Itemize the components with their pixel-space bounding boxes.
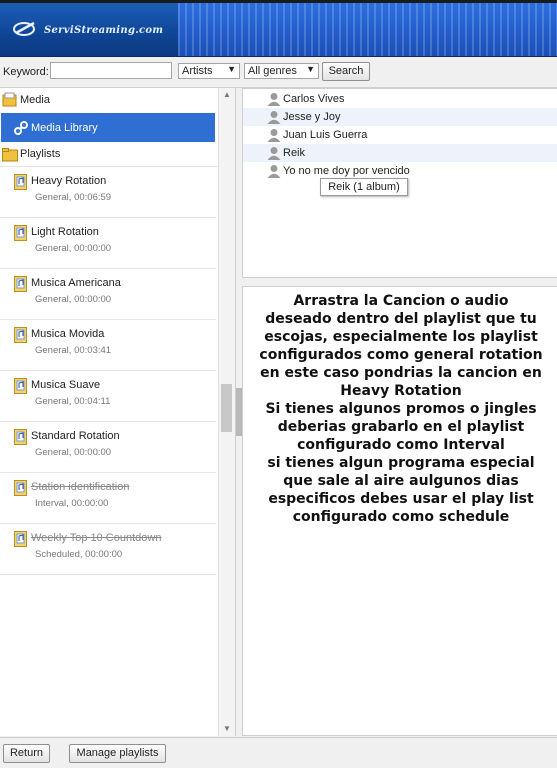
keyword-label: Keyword: [3, 66, 49, 78]
type-select[interactable]: Artists ▼ [178, 63, 240, 79]
tree-item-media-library[interactable]: Media Library [1, 113, 215, 142]
playlist-icon [14, 327, 27, 343]
tree-item-label: Media Library [31, 122, 98, 134]
playlist-item[interactable]: Station identification Interval, 00:00:00 [0, 473, 216, 524]
playlist-item[interactable]: Musica Suave General, 00:04:11 [0, 371, 216, 422]
scroll-down-icon[interactable]: ▼ [219, 722, 235, 736]
playlist-meta: Interval, 00:00:00 [35, 498, 109, 509]
instruction-line: Arrastra la Cancion o audio [293, 293, 509, 309]
playlist-name: Musica Suave [31, 379, 101, 391]
chevron-down-icon: ▼ [227, 64, 236, 74]
user-icon [267, 165, 281, 178]
logo: ServiStreaming.com [0, 3, 178, 56]
return-button[interactable]: Return [3, 744, 50, 763]
artist-row[interactable]: Jesse y Joy [243, 108, 557, 126]
artist-name: Juan Luis Guerra [283, 129, 368, 141]
playlist-item[interactable]: Weekly Top 10 Countdown Scheduled, 00:00:… [0, 524, 216, 575]
scroll-thumb[interactable] [221, 384, 232, 432]
manage-playlists-button[interactable]: Manage playlists [69, 744, 166, 763]
search-toolbar: Keyword: Artists ▼ All genres ▼ Search [0, 57, 557, 88]
playlist-name: Station identification [31, 481, 130, 493]
tree-item-label: Media [20, 94, 50, 106]
user-icon [267, 93, 281, 106]
artist-name: Reik [283, 147, 306, 159]
library-tree: Media Media Library Playlists Heavy Rota… [0, 88, 236, 736]
artist-row[interactable]: Reik [243, 144, 557, 162]
playlist-item[interactable]: Standard Rotation General, 00:00:00 [0, 422, 216, 473]
instruction-line: deberias grabarlo en el playlist [277, 419, 525, 435]
artist-name: Jesse y Joy [283, 111, 341, 123]
playlist-name: Heavy Rotation [31, 175, 107, 187]
instruction-line: configurado como schedule [292, 509, 510, 525]
type-select-value: Artists [182, 65, 213, 77]
scroll-up-icon[interactable]: ▲ [219, 88, 235, 102]
playlist-name: Light Rotation [31, 226, 99, 238]
bottom-bar: Return Manage playlists [0, 737, 557, 768]
playlist-item[interactable]: Musica Movida General, 00:03:41 [0, 320, 216, 371]
instruction-line: especificos debes usar el play list [268, 491, 534, 507]
playlist-item[interactable]: Light Rotation General, 00:00:00 [0, 218, 216, 269]
artist-row[interactable]: Carlos Vives [243, 90, 557, 108]
user-icon [267, 129, 281, 142]
instruction-line: configurado como Interval [297, 437, 505, 453]
media-folder-icon [2, 92, 17, 107]
logo-swoosh-icon [13, 21, 35, 36]
user-icon [267, 147, 281, 160]
playlist-icon [14, 276, 27, 292]
banner-wave [178, 3, 557, 56]
playlist-name: Musica Movida [31, 328, 105, 340]
instruction-line: deseado dentro del playlist que tu [265, 311, 537, 327]
playlist-item[interactable]: Musica Americana General, 00:00:00 [0, 269, 216, 320]
tree-scrollbar[interactable]: ▲ ▼ [218, 88, 235, 736]
playlists-folder-icon [2, 148, 18, 162]
instruction-line: Si tienes algunos promos o jingles [265, 401, 537, 417]
genre-select[interactable]: All genres ▼ [244, 63, 319, 79]
genre-select-value: All genres [248, 65, 297, 77]
link-icon [14, 121, 28, 135]
playlist-icon [14, 480, 27, 496]
playlist-meta: General, 00:00:00 [35, 447, 112, 458]
playlist-meta: General, 00:00:00 [35, 294, 112, 305]
artist-name: Carlos Vives [283, 93, 345, 105]
search-button[interactable]: Search [322, 62, 370, 81]
logo-text: ServiStreaming.com [44, 25, 164, 36]
artist-row[interactable]: Juan Luis Guerra [243, 126, 557, 144]
artist-tooltip: Reik (1 album) [320, 178, 408, 196]
playlist-meta: General, 00:06:59 [35, 192, 112, 203]
playlist-icon [14, 429, 27, 445]
playlist-meta: General, 00:03:41 [35, 345, 112, 356]
playlist-item[interactable]: Heavy Rotation General, 00:06:59 [0, 167, 216, 218]
playlist-meta: General, 00:04:11 [35, 396, 111, 407]
playlist-meta: General, 00:00:00 [35, 243, 112, 254]
tree-item-label: Playlists [20, 148, 61, 160]
instructions-text: Arrastra la Cancion o audio deseado dentr… [251, 292, 551, 526]
tree-item-media[interactable]: Media [0, 88, 219, 112]
instruction-line: escojas, especialmente los playlist [264, 329, 538, 345]
playlist-name: Standard Rotation [31, 430, 120, 442]
instruction-line: si tienes algun programa especial [267, 455, 535, 471]
playlist-icon [14, 225, 27, 241]
keyword-input[interactable] [50, 62, 172, 79]
instruction-line: Heavy Rotation [340, 383, 462, 399]
instruction-line: que sale al aire aulgunos dias [283, 473, 519, 489]
playlist-icon [14, 174, 27, 190]
artist-name: Yo no me doy por vencido [283, 165, 410, 177]
playlist-icon [14, 531, 27, 547]
playlist-meta: Scheduled, 00:00:00 [35, 549, 123, 560]
playlist-icon [14, 378, 27, 394]
playlist-name: Musica Americana [31, 277, 121, 289]
playlist-name: Weekly Top 10 Countdown [31, 532, 162, 544]
instructions-panel: Arrastra la Cancion o audio deseado dentr… [242, 286, 557, 736]
tree-item-playlists[interactable]: Playlists [0, 144, 219, 167]
instruction-line: en este caso pondrias la cancion en [260, 365, 542, 381]
header-banner: ServiStreaming.com [0, 0, 557, 57]
user-icon [267, 111, 281, 124]
instruction-line: configurados como general rotation [259, 347, 543, 363]
chevron-down-icon: ▼ [306, 64, 315, 74]
